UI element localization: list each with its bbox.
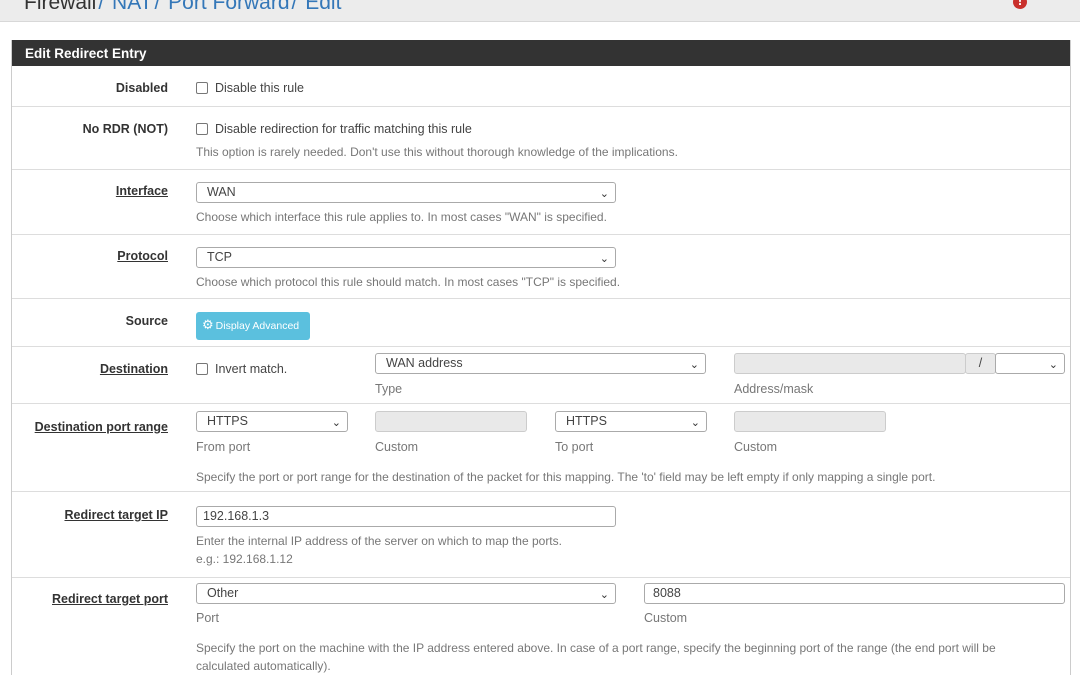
- chevron-down-icon: ⌄: [689, 358, 699, 371]
- display-advanced-button[interactable]: ⚙ Display Advanced: [196, 312, 310, 340]
- row-target-ip: Redirect target IP 192.168.1.3 Enter the…: [12, 492, 1070, 578]
- breadcrumb-separator: /: [291, 0, 298, 14]
- chevron-down-icon: ⌄: [599, 187, 609, 200]
- invert-match-text: Invert match.: [215, 362, 288, 376]
- nordr-checkbox[interactable]: Disable redirection for traffic matching…: [196, 122, 472, 136]
- row-disabled: Disabled Disable this rule: [12, 66, 1070, 107]
- target-port-sub: Port: [196, 611, 219, 625]
- destination-address-input[interactable]: [734, 353, 966, 374]
- breadcrumb-port-forward[interactable]: Port Forward: [168, 0, 289, 14]
- row-nordr: No RDR (NOT) Disable redirection for tra…: [12, 107, 1070, 170]
- interface-select[interactable]: WAN ⌄: [196, 182, 616, 203]
- disable-rule-text: Disable this rule: [215, 81, 304, 95]
- to-port-sub: To port: [555, 440, 594, 454]
- to-port-select[interactable]: HTTPS ⌄: [555, 411, 707, 432]
- protocol-help: Choose which protocol this rule should m…: [196, 275, 621, 289]
- nordr-help: This option is rarely needed. Don't use …: [196, 145, 678, 159]
- target-port-label[interactable]: Redirect target port: [12, 592, 168, 606]
- destination-type-sub: Type: [375, 382, 403, 396]
- disabled-label: Disabled: [115, 81, 168, 95]
- target-port-value: Other: [207, 586, 239, 600]
- target-custom-port-input[interactable]: 8088: [644, 583, 1065, 604]
- target-port-help-2: calculated automatically).: [196, 659, 331, 673]
- breadcrumb-separator: /: [98, 0, 105, 14]
- checkbox-box[interactable]: [196, 82, 208, 94]
- breadcrumb-firewall[interactable]: Firewall: [24, 0, 96, 14]
- interface-help: Choose which interface this rule applies…: [196, 210, 607, 224]
- target-ip-label[interactable]: Redirect target IP: [12, 508, 168, 522]
- address-mask-sub: Address/mask: [734, 382, 814, 396]
- to-port-value: HTTPS: [566, 414, 607, 428]
- destination-mask-select[interactable]: ⌄: [995, 353, 1065, 374]
- help-icon[interactable]: !: [1013, 0, 1027, 9]
- target-port-help: Specify the port on the machine with the…: [196, 641, 996, 655]
- source-label: Source: [125, 314, 168, 328]
- destination-label[interactable]: Destination: [12, 362, 168, 376]
- target-ip-example: e.g.: 192.168.1.12: [196, 552, 293, 566]
- protocol-value: TCP: [207, 250, 232, 264]
- nordr-label: No RDR (NOT): [82, 122, 168, 136]
- destination-type-value: WAN address: [386, 356, 463, 370]
- nordr-text: Disable redirection for traffic matching…: [215, 122, 472, 136]
- from-port-value: HTTPS: [207, 414, 248, 428]
- interface-label[interactable]: Interface: [12, 184, 168, 198]
- row-protocol: Protocol TCP ⌄ Choose which protocol thi…: [12, 235, 1070, 299]
- target-ip-help: Enter the internal IP address of the ser…: [196, 534, 562, 548]
- row-interface: Interface WAN ⌄ Choose which interface t…: [12, 170, 1070, 235]
- chevron-down-icon: ⌄: [331, 416, 341, 429]
- checkbox-box[interactable]: [196, 123, 208, 135]
- destination-type-select[interactable]: WAN address ⌄: [375, 353, 706, 374]
- target-port-select[interactable]: Other ⌄: [196, 583, 616, 604]
- disable-rule-checkbox[interactable]: Disable this rule: [196, 81, 304, 95]
- breadcrumb-edit[interactable]: Edit: [305, 0, 341, 14]
- mask-separator: /: [965, 353, 996, 374]
- chevron-down-icon: ⌄: [690, 416, 700, 429]
- invert-match-checkbox[interactable]: Invert match.: [196, 362, 287, 376]
- target-custom-sub: Custom: [644, 611, 688, 625]
- protocol-label[interactable]: Protocol: [12, 249, 168, 263]
- gear-icon: ⚙: [202, 318, 214, 333]
- from-port-select[interactable]: HTTPS ⌄: [196, 411, 348, 432]
- interface-value: WAN: [207, 185, 236, 199]
- row-dest-port: Destination port range HTTPS ⌄ From port…: [12, 404, 1070, 492]
- custom-to-port-input[interactable]: [734, 411, 886, 432]
- breadcrumb-separator: /: [154, 0, 161, 14]
- panel-title: Edit Redirect Entry: [12, 40, 1070, 66]
- custom-from-port-input[interactable]: [375, 411, 527, 432]
- breadcrumb-nat[interactable]: NAT: [112, 0, 152, 14]
- from-port-sub: From port: [196, 440, 251, 454]
- custom-to-sub: Custom: [734, 440, 778, 454]
- display-advanced-label: Display Advanced: [215, 320, 300, 332]
- edit-redirect-panel: Edit Redirect Entry Disabled Disable thi…: [11, 40, 1071, 675]
- dest-port-label[interactable]: Destination port range: [12, 420, 168, 434]
- chevron-down-icon: ⌄: [599, 588, 609, 601]
- breadcrumb-trail: Firewall/ NAT/ Port Forward/ Edit: [24, 0, 341, 14]
- row-target-port: Redirect target port Other ⌄ Port 8088 C…: [12, 578, 1070, 675]
- row-source: Source ⚙ Display Advanced: [12, 299, 1070, 347]
- custom-from-sub: Custom: [375, 440, 419, 454]
- row-destination: Destination Invert match. WAN address ⌄ …: [12, 347, 1070, 404]
- dest-port-help: Specify the port or port range for the d…: [196, 470, 936, 484]
- chevron-down-icon: ⌄: [599, 252, 609, 265]
- protocol-select[interactable]: TCP ⌄: [196, 247, 616, 268]
- checkbox-box[interactable]: [196, 363, 208, 375]
- chevron-down-icon: ⌄: [1048, 358, 1058, 371]
- target-ip-input[interactable]: 192.168.1.3: [196, 506, 616, 527]
- breadcrumb: Firewall/ NAT/ Port Forward/ Edit !: [0, 0, 1080, 22]
